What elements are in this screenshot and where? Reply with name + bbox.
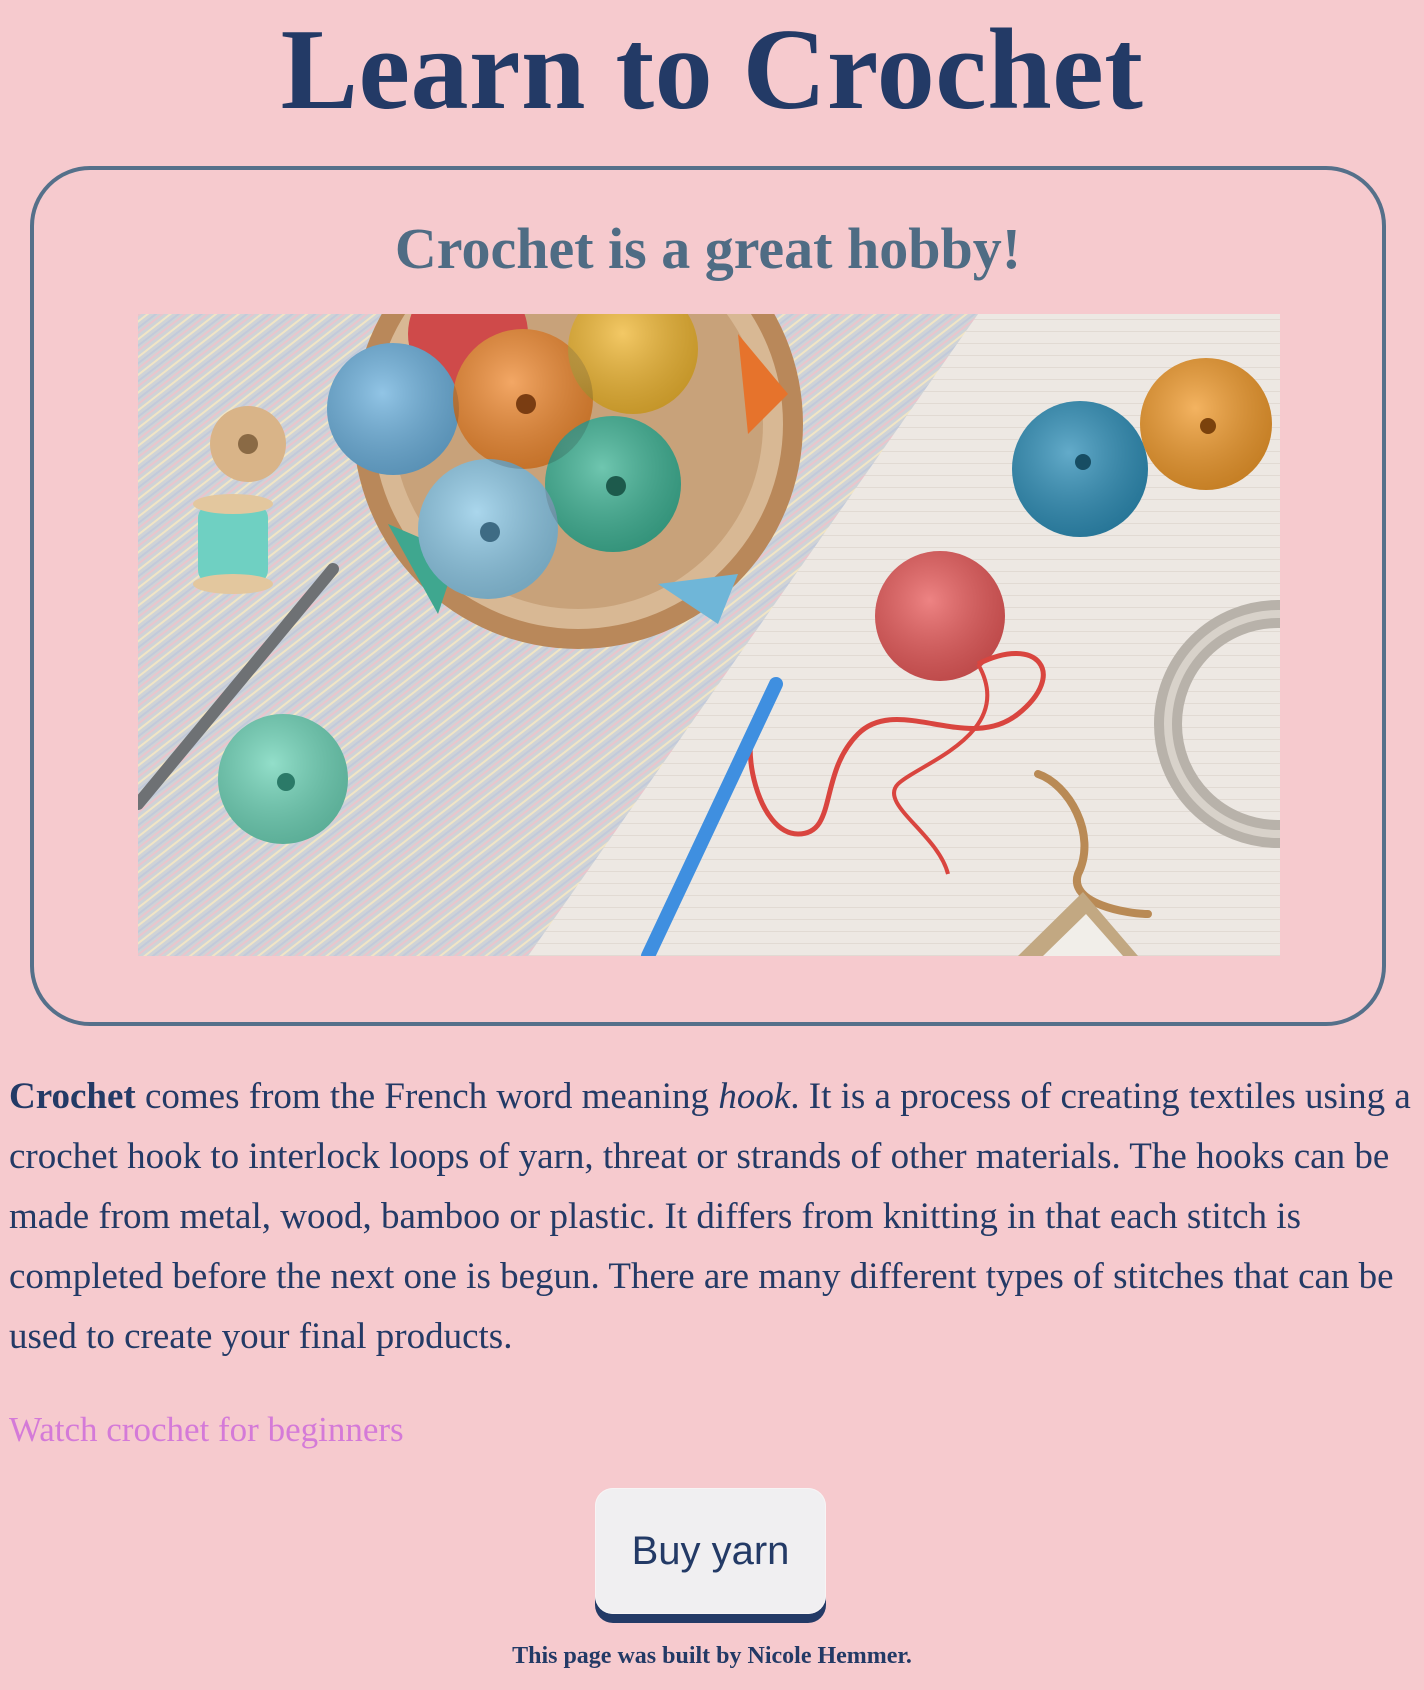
intro-text-part-1: comes from the French word meaning <box>135 1076 719 1117</box>
page-title: Learn to Crochet <box>280 6 1144 134</box>
watch-beginners-link[interactable]: Watch crochet for beginners <box>9 1408 404 1452</box>
buy-yarn-button[interactable]: Buy yarn <box>595 1488 826 1614</box>
footer-credit: This page was built by Nicole Hemmer. <box>512 1643 912 1669</box>
intro-text-part-2: . It is a process of creating textiles u… <box>9 1076 1411 1357</box>
hobby-card: Crochet is a great hobby! <box>30 166 1386 1026</box>
intro-paragraph: Crochet comes from the French word meani… <box>9 1067 1415 1367</box>
intro-italic-word: hook <box>718 1076 791 1117</box>
yarn-photo <box>138 314 1280 956</box>
intro-bold-word: Crochet <box>9 1076 136 1117</box>
card-heading: Crochet is a great hobby! <box>394 216 1022 281</box>
